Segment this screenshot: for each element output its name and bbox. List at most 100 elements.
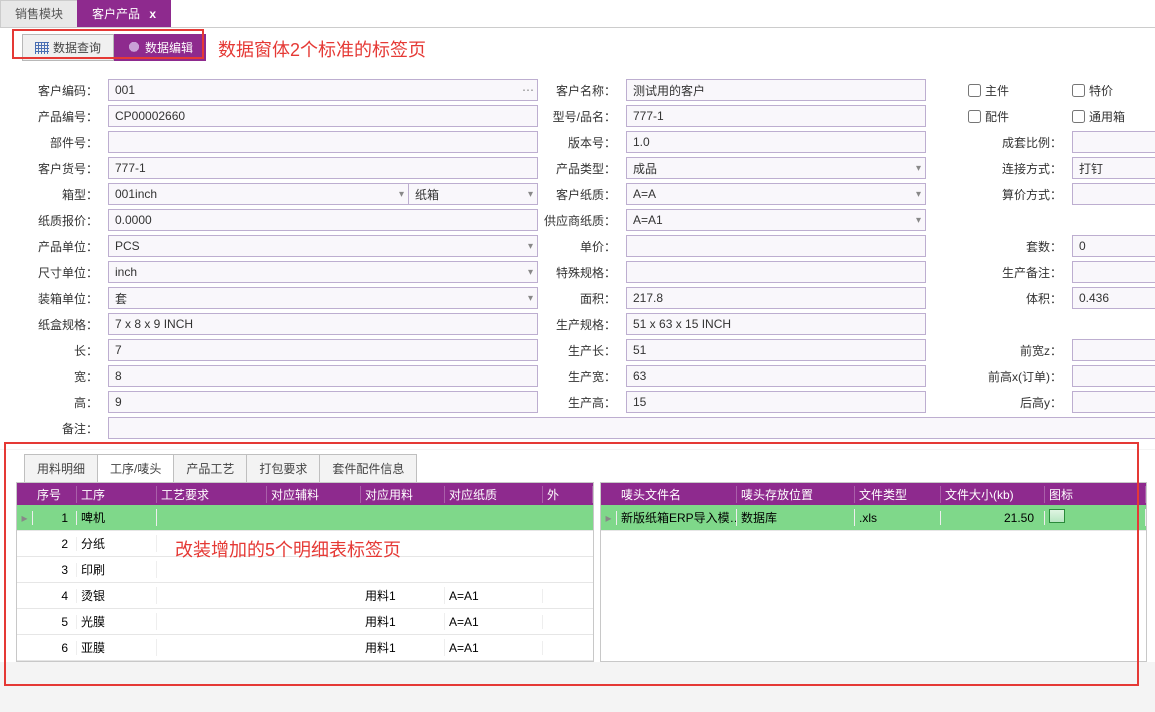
label-cust-code: 客户编码： bbox=[38, 82, 102, 99]
grid-header: 序号 工序 工艺要求 对应辅料 对应用料 对应纸质 外 bbox=[17, 483, 593, 505]
input-plen[interactable]: 51 bbox=[626, 339, 926, 361]
input-set-ratio[interactable] bbox=[1072, 131, 1155, 153]
input-conn-way[interactable]: 打钉 bbox=[1072, 157, 1155, 179]
grid-icon bbox=[35, 42, 49, 54]
label-area: 面积： bbox=[544, 290, 620, 307]
mark-file-grid[interactable]: 唛头文件名 唛头存放位置 文件类型 文件大小(kb) 图标 ▸新版纸箱ERP导入… bbox=[600, 482, 1147, 662]
label-wid: 宽： bbox=[38, 368, 102, 385]
label-prod-unit: 产品单位： bbox=[38, 238, 102, 255]
chk-main[interactable]: 主件 bbox=[968, 82, 1066, 99]
tab-sales-module[interactable]: 销售模块 bbox=[0, 0, 78, 27]
input-prod-spec[interactable]: 51 x 63 x 15 INCH bbox=[626, 313, 926, 335]
input-cust-item[interactable]: 777-1 bbox=[108, 157, 538, 179]
label-cust-paper: 客户纸质： bbox=[544, 186, 620, 203]
input-pwid[interactable]: 63 bbox=[626, 365, 926, 387]
tab-data-edit[interactable]: 数据编辑 bbox=[114, 34, 206, 61]
label-back-y: 后高y： bbox=[968, 394, 1066, 411]
input-sup-paper[interactable]: A=A1 bbox=[626, 209, 926, 231]
input-prod-type[interactable]: 成品 bbox=[626, 157, 926, 179]
label-prod-spec: 生产规格： bbox=[544, 316, 620, 333]
chk-acc[interactable]: 配件 bbox=[968, 108, 1066, 125]
input-cust-name[interactable]: 测试用的客户 bbox=[626, 79, 926, 101]
input-pack-unit[interactable]: 套 bbox=[108, 287, 538, 309]
process-grid[interactable]: 序号 工序 工艺要求 对应辅料 对应用料 对应纸质 外 ▸1啤机2分纸3印刷4烫… bbox=[16, 482, 594, 662]
input-carton-spec[interactable]: 7 x 8 x 9 INCH bbox=[108, 313, 538, 335]
annotation-text-1: 数据窗体2个标准的标签页 bbox=[218, 36, 426, 62]
input-phei[interactable]: 15 bbox=[626, 391, 926, 413]
label-cust-name: 客户名称： bbox=[544, 82, 620, 99]
input-wid[interactable]: 8 bbox=[108, 365, 538, 387]
input-ver[interactable]: 1.0 bbox=[626, 131, 926, 153]
label-pwid: 生产宽： bbox=[544, 368, 620, 385]
chk-special[interactable]: 特价 bbox=[1072, 82, 1155, 99]
table-row[interactable]: ▸1啤机 bbox=[17, 505, 593, 531]
label-len: 长： bbox=[38, 342, 102, 359]
label-ver: 版本号： bbox=[544, 134, 620, 151]
input-cust-paper[interactable]: A=A bbox=[626, 183, 926, 205]
edit-icon bbox=[127, 42, 141, 54]
tab-label: 数据编辑 bbox=[145, 39, 193, 56]
detail-tab-bar: 用料明细 工序/唛头 产品工艺 打包要求 套件配件信息 bbox=[0, 450, 1155, 482]
detail-tab-process[interactable]: 工序/唛头 bbox=[97, 454, 174, 482]
annotation-text-2: 改装增加的5个明细表标签页 bbox=[175, 536, 401, 562]
close-icon[interactable]: x bbox=[149, 7, 156, 21]
table-row[interactable]: ▸新版纸箱ERP导入模…数据库.xls21.50 bbox=[601, 505, 1146, 531]
input-unit-price[interactable] bbox=[626, 235, 926, 257]
input-calc-way[interactable] bbox=[1072, 183, 1155, 205]
label-front-x: 前高x(订单)： bbox=[968, 368, 1066, 385]
grid-header: 唛头文件名 唛头存放位置 文件类型 文件大小(kb) 图标 bbox=[601, 483, 1146, 505]
label-paper-price: 纸质报价： bbox=[38, 212, 102, 229]
input-paper-price[interactable]: 0.0000 bbox=[108, 209, 538, 231]
label-front-z: 前宽z： bbox=[968, 342, 1066, 359]
input-box-type-a[interactable]: 001inch bbox=[108, 183, 409, 205]
input-hei[interactable]: 9 bbox=[108, 391, 538, 413]
input-front-x[interactable] bbox=[1072, 365, 1155, 387]
tab-data-query[interactable]: 数据查询 bbox=[22, 34, 114, 61]
input-cust-code[interactable]: 001 bbox=[108, 79, 538, 101]
input-remark[interactable] bbox=[108, 417, 1155, 439]
input-size-unit[interactable]: inch bbox=[108, 261, 538, 283]
label-conn-way: 连接方式： bbox=[968, 160, 1066, 177]
input-volume[interactable]: 0.436 bbox=[1072, 287, 1155, 309]
detail-tab-craft[interactable]: 产品工艺 bbox=[173, 454, 247, 482]
label-prod-memo: 生产备注： bbox=[968, 264, 1066, 281]
tab-customer-product[interactable]: 客户产品 x bbox=[77, 0, 171, 27]
input-prod-code[interactable]: CP00002660 bbox=[108, 105, 538, 127]
label-remark: 备注： bbox=[38, 420, 102, 437]
label-plen: 生产长： bbox=[544, 342, 620, 359]
chk-generic[interactable]: 通用箱 bbox=[1072, 108, 1155, 125]
input-model[interactable]: 777-1 bbox=[626, 105, 926, 127]
label-set-cnt: 套数： bbox=[968, 238, 1066, 255]
label-carton-spec: 纸盒规格： bbox=[38, 316, 102, 333]
label-volume: 体积： bbox=[968, 290, 1066, 307]
input-area[interactable]: 217.8 bbox=[626, 287, 926, 309]
label-prod-code: 产品编号： bbox=[38, 108, 102, 125]
input-part-no[interactable] bbox=[108, 131, 538, 153]
form-panel: 客户编码： 001 客户名称： 测试用的客户 主件 特价 产品编号： CP000… bbox=[0, 61, 1155, 449]
label-part-no: 部件号： bbox=[38, 134, 102, 151]
table-row[interactable]: 4烫银用料1A=A1 bbox=[17, 583, 593, 609]
label-sup-paper: 供应商纸质： bbox=[544, 212, 620, 229]
label-cust-item: 客户货号： bbox=[38, 160, 102, 177]
input-spec[interactable] bbox=[626, 261, 926, 283]
label-spec: 特殊规格： bbox=[544, 264, 620, 281]
input-len[interactable]: 7 bbox=[108, 339, 538, 361]
table-row[interactable]: 5光膜用料1A=A1 bbox=[17, 609, 593, 635]
input-set-cnt[interactable]: 0 bbox=[1072, 235, 1155, 257]
input-back-y[interactable] bbox=[1072, 391, 1155, 413]
label-unit-price: 单价： bbox=[544, 238, 620, 255]
input-box-type-b[interactable]: 纸箱 bbox=[408, 183, 538, 205]
data-tab-bar: 数据查询 数据编辑 bbox=[0, 28, 1155, 61]
detail-tab-packing[interactable]: 打包要求 bbox=[246, 454, 320, 482]
table-row[interactable]: 6亚膜用料1A=A1 bbox=[17, 635, 593, 661]
input-prod-unit[interactable]: PCS bbox=[108, 235, 538, 257]
label-set-ratio: 成套比例： bbox=[968, 134, 1066, 151]
detail-tab-materials[interactable]: 用料明细 bbox=[24, 454, 98, 482]
input-front-z[interactable] bbox=[1072, 339, 1155, 361]
detail-tab-kit[interactable]: 套件配件信息 bbox=[319, 454, 417, 482]
xls-icon bbox=[1049, 509, 1065, 523]
label-calc-way: 算价方式： bbox=[968, 186, 1066, 203]
input-prod-memo[interactable] bbox=[1072, 261, 1155, 283]
label-size-unit: 尺寸单位： bbox=[38, 264, 102, 281]
label-hei: 高： bbox=[38, 394, 102, 411]
